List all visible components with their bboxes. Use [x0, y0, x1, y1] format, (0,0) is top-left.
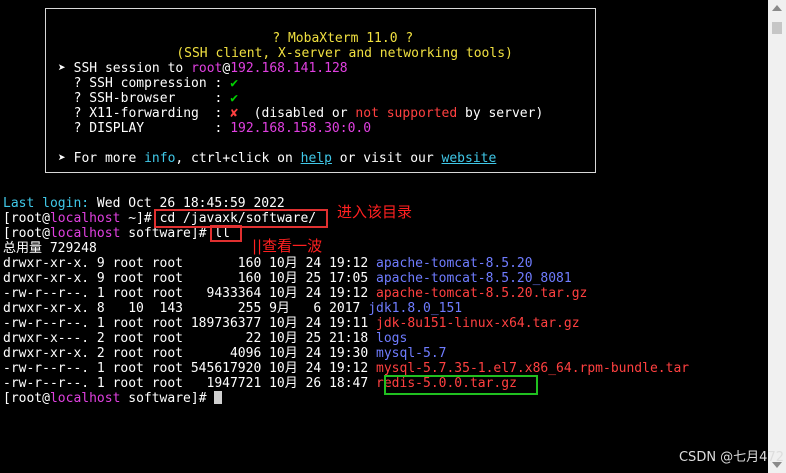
- x11-note-open: (disabled or: [238, 106, 356, 121]
- ssh-host: 192.168.141.128: [230, 61, 348, 76]
- prompt-suffix: software]#: [120, 391, 215, 406]
- listing-row: drwxr-xr-x. 8 10 143 255 9月 6 2017 jdk1.…: [3, 301, 462, 316]
- listing-row: -rw-r--r--. 1 root root 9433364 10月 24 1…: [3, 286, 587, 301]
- listing-row: drwxr-xr-x. 2 root root 4096 10月 24 19:3…: [3, 346, 446, 361]
- listing-meta: -rw-r--r--. 1 root root 9433364 10月 24 1…: [3, 286, 377, 301]
- more-mid: , ctrl+click on: [175, 151, 301, 166]
- banner-subtitle-text: (SSH client, X-server and networking too…: [176, 46, 513, 61]
- display-line: ? DISPLAY : 192.168.158.30:0.0: [58, 121, 371, 136]
- terminal-output[interactable]: ? MobaXterm 11.0 ? (SSH client, X-server…: [0, 0, 768, 473]
- highlight-ll-command: [210, 225, 242, 242]
- listing-name: mysql-5.7.35-1.el7.x86_64.rpm-bundle.tar: [376, 361, 690, 376]
- scrollbar-thumb[interactable]: [772, 22, 782, 34]
- check-icon: ✔: [230, 91, 239, 106]
- listing-name: mysql-5.7: [376, 346, 447, 361]
- scroll-up-arrow-icon[interactable]: [772, 5, 782, 11]
- listing-meta: -rw-r--r--. 1 root root 1947721 10月 26 1…: [3, 376, 377, 391]
- watermark: CSDN @七月472: [678, 450, 784, 465]
- listing-meta: -rw-r--r--. 1 root root 545617920 10月 24…: [3, 361, 377, 376]
- browser-label: ? SSH-browser :: [58, 91, 231, 106]
- listing-row: -rw-r--r--. 1 root root 189736377 10月 24…: [3, 316, 580, 331]
- info-link[interactable]: info: [144, 151, 175, 166]
- annotation-list-files: ||查看一波: [252, 237, 323, 255]
- banner-title: ? MobaXterm 11.0 ?: [241, 16, 413, 46]
- vertical-scrollbar[interactable]: [768, 0, 786, 473]
- more-or: or visit our: [331, 151, 442, 166]
- website-link[interactable]: website: [442, 151, 497, 166]
- listing-meta: drwxr-x---. 2 root root 22 10月 25 21:18: [3, 331, 377, 346]
- x11-note-not-supported: not supported: [355, 106, 458, 121]
- ssh-user: root: [191, 61, 223, 76]
- x11-label: ? X11-forwarding :: [58, 106, 231, 121]
- compression-label: ? SSH compression :: [58, 76, 231, 91]
- ssh-session-prefix: ➤ SSH session to: [58, 61, 192, 76]
- annotation-enter-directory: 进入该目录: [337, 203, 413, 221]
- listing-row: drwxr-x---. 2 root root 22 10月 25 21:18 …: [3, 331, 407, 346]
- listing-meta: -rw-r--r--. 1 root root 189736377 10月 24…: [3, 316, 377, 331]
- listing-meta: drwxr-xr-x. 9 root root 160 10月 24 19:12: [3, 256, 377, 271]
- prompt-host: localhost: [49, 211, 121, 226]
- listing-name: jdk1.8.0_151: [368, 301, 463, 316]
- text-cursor: [214, 391, 223, 404]
- check-icon: ✔: [230, 76, 239, 91]
- cross-icon: ✘: [230, 106, 239, 121]
- listing-name: apache-tomcat-8.5.20_8081: [376, 271, 572, 286]
- ssh-session-line: ➤ SSH session to root@192.168.141.128: [58, 61, 348, 76]
- x11-forwarding-line: ? X11-forwarding : ✘ (disabled or not su…: [58, 106, 544, 121]
- total-line: 总用量 729248: [3, 241, 97, 256]
- listing-meta: drwxr-xr-x. 9 root root 160 10月 25 17:05: [3, 271, 377, 286]
- display-label: ? DISPLAY :: [58, 121, 231, 136]
- x11-note-close: by server): [457, 106, 544, 121]
- ssh-compression-line: ? SSH compression : ✔: [58, 76, 238, 91]
- listing-name: jdk-8u151-linux-x64.tar.gz: [376, 316, 580, 331]
- display-value: 192.168.158.30:0.0: [230, 121, 372, 136]
- listing-row: -rw-r--r--. 1 root root 545617920 10月 24…: [3, 361, 689, 376]
- more-prefix: ➤ For more: [58, 151, 145, 166]
- prompt-host: localhost: [49, 226, 121, 241]
- prompt-prefix: [root@: [3, 391, 50, 406]
- help-link[interactable]: help: [301, 151, 332, 166]
- banner-subtitle: (SSH client, X-server and networking too…: [145, 31, 513, 61]
- last-login-label: Last login:: [3, 196, 90, 211]
- listing-row: drwxr-xr-x. 9 root root 160 10月 24 19:12…: [3, 256, 533, 271]
- listing-meta: drwxr-xr-x. 8 10 143 255 9月 6 2017: [3, 301, 369, 316]
- listing-name: apache-tomcat-8.5.20: [376, 256, 533, 271]
- prompt-prefix: [root@: [3, 211, 50, 226]
- total-text: 总用量 729248: [3, 241, 97, 256]
- listing-name: apache-tomcat-8.5.20.tar.gz: [376, 286, 588, 301]
- ssh-browser-line: ? SSH-browser : ✔: [58, 91, 238, 106]
- more-info-line: ➤ For more info, ctrl+click on help or v…: [58, 151, 496, 166]
- prompt-line-3: [root@localhost software]#: [3, 391, 223, 406]
- prompt-prefix: [root@: [3, 226, 50, 241]
- listing-name: logs: [376, 331, 408, 346]
- highlight-redis-file: [384, 375, 538, 395]
- prompt-suffix: software]#: [120, 226, 215, 241]
- prompt-line-2: [root@localhost software]# ll: [3, 226, 230, 241]
- prompt-host: localhost: [49, 391, 121, 406]
- listing-row: drwxr-xr-x. 9 root root 160 10月 25 17:05…: [3, 271, 572, 286]
- listing-meta: drwxr-xr-x. 2 root root 4096 10月 24 19:3…: [3, 346, 377, 361]
